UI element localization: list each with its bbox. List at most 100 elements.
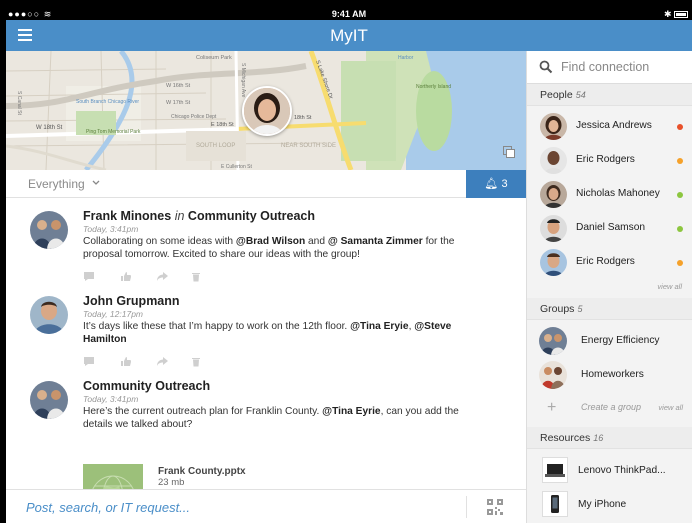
section-count: 16 (593, 433, 604, 443)
globe-icon (83, 464, 143, 489)
post-group[interactable]: Community Outreach (188, 209, 315, 223)
resource-item[interactable]: My iPhone (527, 488, 692, 522)
presence-dot (677, 124, 683, 130)
section-title: Groups (540, 303, 575, 315)
map-label: 18th St (294, 115, 312, 121)
comment-icon[interactable] (83, 354, 95, 372)
section-count: 5 (577, 304, 583, 314)
notifications-button[interactable]: 🔔︎ 3 (466, 170, 526, 198)
group-photo-icon (30, 211, 68, 249)
avatar[interactable] (30, 211, 68, 249)
post-in-word: in (174, 209, 185, 223)
connection-search[interactable]: Find connection (527, 51, 692, 84)
mention-link[interactable]: @Tina Eyrie (322, 406, 380, 417)
presence-dot (677, 192, 683, 198)
map-label: W 16th St (166, 83, 191, 89)
person-item[interactable]: Daniel Samson (527, 212, 692, 246)
group-photo-icon (30, 381, 68, 419)
expand-map-icon[interactable] (503, 146, 515, 158)
avatar (540, 249, 567, 276)
person-name: Eric Rodgers (576, 256, 635, 267)
attachment-size: 23 mb (158, 477, 185, 488)
map-user-avatar[interactable] (242, 86, 292, 136)
connections-sidebar: Find connection People 54 Jessica Andrews… (526, 51, 692, 523)
group-item[interactable]: Homeworkers (527, 358, 692, 392)
map-view[interactable]: Coliseum Park W 16th St W 17th St Chicag… (6, 51, 526, 170)
mention-link[interactable]: @Brad Wilson (236, 236, 305, 247)
person-name: Jessica Andrews (576, 120, 652, 131)
status-bar: ●●●○○ ≋ 9:41 AM ✱ (6, 8, 692, 20)
map-label: W 18th St (36, 125, 63, 131)
post-text: It’s days like these that I’m happy to w… (83, 321, 473, 346)
map-label: SOUTH LOOP (196, 143, 235, 149)
like-icon[interactable] (120, 354, 132, 372)
avatar (540, 215, 567, 242)
post-timestamp: Today, 12:17pm (83, 309, 144, 319)
map-label: NEAR SOUTH SIDE (281, 143, 336, 149)
bluetooth-icon: ✱ (663, 9, 672, 19)
resource-name: My iPhone (578, 499, 627, 510)
people-section-header: People 54 (527, 84, 692, 106)
map-label: S Michigan Ave (240, 63, 246, 98)
section-title: People (540, 89, 573, 101)
map-label: W 17th St (166, 100, 191, 106)
post-actions (83, 354, 473, 367)
person-item[interactable]: Nicholas Mahoney (527, 178, 692, 212)
avatar (539, 361, 567, 389)
person-item[interactable]: Eric Rodgers (527, 144, 692, 178)
create-group-button[interactable]: Create a group (581, 402, 641, 412)
post-body: Community Outreach Today, 3:41pm Here’s … (83, 379, 473, 431)
group-item[interactable]: Energy Efficiency (527, 324, 692, 358)
comment-icon[interactable] (83, 269, 95, 287)
resources-section-header: Resources 16 (527, 427, 692, 449)
person-name: Daniel Samson (576, 222, 646, 233)
trash-icon[interactable] (191, 354, 201, 372)
post-author[interactable]: Frank Minones (83, 209, 171, 223)
person-item[interactable]: Jessica Andrews (527, 110, 692, 144)
qr-code-icon[interactable] (487, 499, 503, 515)
map-label: S Canal St (16, 91, 22, 116)
post-timestamp: Today, 3:41pm (83, 224, 139, 234)
share-icon[interactable] (156, 354, 169, 372)
person-item[interactable]: Eric Rodgers (527, 246, 692, 280)
post-text: Collaborating on some ideas with @Brad W… (83, 236, 473, 261)
resource-item[interactable]: Lenovo ThinkPad... (527, 454, 692, 488)
share-icon[interactable] (156, 269, 169, 287)
activity-feed[interactable]: Frank Minones in Community Outreach Toda… (6, 199, 526, 489)
avatar (540, 113, 567, 140)
mention-link[interactable]: @Tina Eryie (350, 321, 408, 332)
presence-dot (677, 226, 683, 232)
avatar[interactable] (30, 296, 68, 334)
post-author[interactable]: John Grupmann (83, 294, 473, 308)
map-label: Ping Tom Memorial Park (86, 129, 141, 135)
input-divider (466, 496, 467, 518)
search-input[interactable]: Find connection (561, 60, 649, 74)
like-icon[interactable] (120, 269, 132, 287)
feed-filter-dropdown[interactable]: Everything (28, 177, 85, 191)
clock: 9:41 AM (331, 9, 367, 19)
post-actions (83, 269, 473, 282)
attachment-name: Frank County.pptx (158, 466, 246, 477)
groups-section-header: Groups 5 (527, 298, 692, 320)
trash-icon[interactable] (191, 269, 201, 287)
main-panel: Coliseum Park W 16th St W 17th St Chicag… (6, 51, 526, 523)
chevron-down-icon[interactable] (92, 180, 100, 186)
mention-link[interactable]: @ Samanta Zimmer (328, 236, 423, 247)
presence-dot (677, 260, 683, 266)
view-all-people-link[interactable]: view all (657, 282, 682, 291)
notification-count: 3 (501, 178, 508, 190)
post-author[interactable]: Community Outreach (83, 379, 473, 393)
map-label: Chicago Police Dept (171, 114, 217, 120)
view-all-groups-link[interactable]: view all (658, 403, 683, 412)
presence-dot (677, 158, 683, 164)
laptop-icon (542, 457, 568, 483)
map-label: E 18th St (211, 122, 234, 128)
group-name: Homeworkers (581, 369, 644, 380)
map-label: Northerly Island (416, 84, 451, 90)
post-text-part: It’s days like these that I’m happy to w… (83, 321, 351, 332)
avatar[interactable] (30, 381, 68, 419)
post-author-line: Frank Minones in Community Outreach (83, 209, 473, 223)
post-input[interactable]: Post, search, or IT request... (26, 500, 190, 515)
plus-icon[interactable]: + (547, 399, 556, 417)
map-label: Harbor (398, 55, 414, 61)
